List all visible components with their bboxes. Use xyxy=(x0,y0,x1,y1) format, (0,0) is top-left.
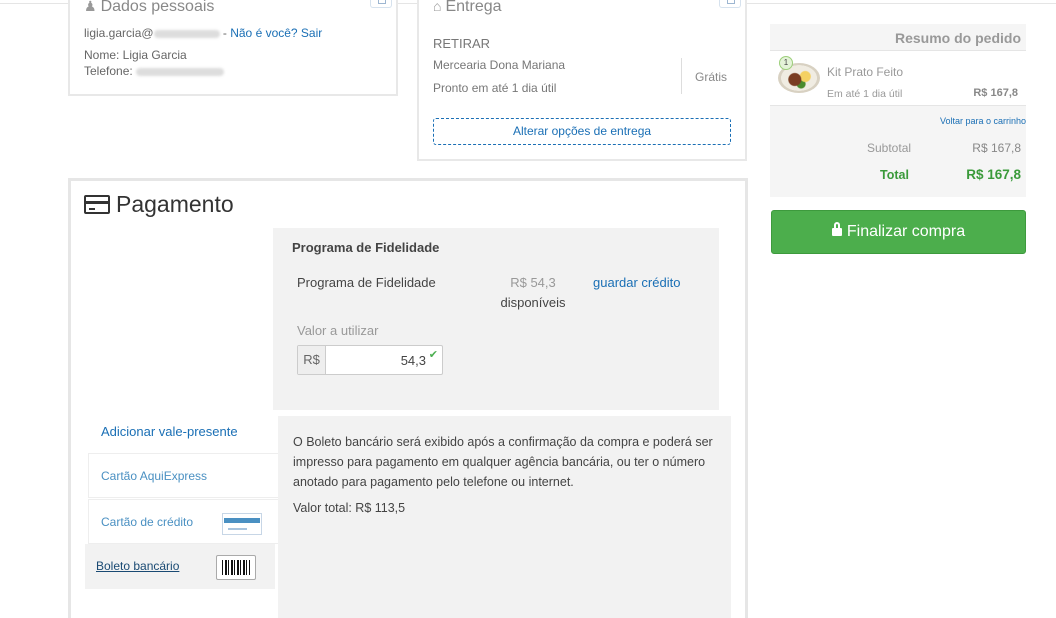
order-totals: Voltar para o carrinho Subtotal R$ 167,8… xyxy=(770,106,1026,197)
email-line: ligia.garcia@ - Não é você? Sair xyxy=(84,26,323,40)
boleto-description: O Boleto bancário será exibido após a co… xyxy=(293,435,713,489)
subtotal-label: Subtotal xyxy=(867,141,912,155)
checkout-button[interactable]: Finalizar compra xyxy=(771,210,1026,254)
cart-item: 1 Kit Prato Feito Em até 1 dia útil R$ 1… xyxy=(770,50,1026,106)
delivery-method: RETIRAR xyxy=(433,36,491,51)
order-summary-title: Resumo do pedido xyxy=(770,24,1026,50)
pickup-eta: Pronto em até 1 dia útil xyxy=(433,81,557,95)
lock-icon xyxy=(831,222,842,236)
phone-blurred xyxy=(136,67,225,76)
user-icon: ♟ xyxy=(84,0,97,14)
email-text: ligia.garcia@ xyxy=(84,26,154,40)
loyalty-heading: Programa de Fidelidade xyxy=(292,240,440,255)
total-value: R$ 167,8 xyxy=(966,167,1021,182)
loyalty-panel: Programa de Fidelidade Programa de Fidel… xyxy=(273,228,719,410)
payment-title: Pagamento xyxy=(84,191,234,218)
barcode-icon xyxy=(216,555,256,580)
loyalty-amount: R$ 54,3 xyxy=(510,275,556,290)
credit-card-icon xyxy=(222,513,262,535)
boleto-info-panel: O Boleto bancário será exibido após a co… xyxy=(278,416,731,618)
order-summary: Resumo do pedido 1 Kit Prato Feito Em at… xyxy=(770,24,1026,197)
payment-method-aquiexpress[interactable]: Cartão AquiExpress xyxy=(88,453,280,498)
payment-method-label[interactable]: Boleto bancário xyxy=(96,559,179,573)
delivery-title: ⌂ Entrega xyxy=(433,0,502,15)
add-gift-card-link[interactable]: Adicionar vale-presente xyxy=(101,424,238,439)
delivery-card: ⌂ Entrega RETIRAR Mercearia Dona Mariana … xyxy=(417,0,747,161)
change-delivery-button[interactable]: Alterar opções de entrega xyxy=(433,118,731,145)
currency-prefix: R$ xyxy=(298,346,326,374)
product-price: R$ 167,8 xyxy=(973,87,1018,99)
product-name: Kit Prato Feito xyxy=(827,65,904,79)
total-label: Total xyxy=(880,168,909,182)
email-blurred xyxy=(153,29,220,38)
delivery-price: Grátis xyxy=(695,70,728,84)
delivery-divider xyxy=(681,58,682,94)
check-icon: ✔ xyxy=(428,349,438,361)
loyalty-value[interactable]: 54,3 xyxy=(401,353,426,368)
pickup-store: Mercearia Dona Mariana xyxy=(433,58,566,72)
loyalty-available-label: disponíveis xyxy=(500,295,566,310)
subtotal-value: R$ 167,8 xyxy=(972,141,1021,155)
payment-method-credit-card[interactable]: Cartão de crédito xyxy=(88,499,280,544)
edit-icon[interactable] xyxy=(370,0,392,8)
boleto-total: Valor total: R$ 113,5 xyxy=(293,501,406,515)
payment-section: Pagamento Programa de Fidelidade Program… xyxy=(68,178,748,618)
payment-method-label[interactable]: Cartão de crédito xyxy=(101,515,193,529)
personal-data-title: ♟ Dados pessoais xyxy=(84,0,215,15)
name-line: Nome: Ligia Garcia xyxy=(84,48,187,62)
back-to-cart-link[interactable]: Voltar para o carrinho xyxy=(940,116,1026,126)
loyalty-value-input[interactable]: R$ 54,3 ✔ xyxy=(297,345,443,375)
personal-data-card: ♟ Dados pessoais ligia.garcia@ - Não é vo… xyxy=(68,0,398,96)
phone-line: Telefone: xyxy=(84,64,225,78)
edit-icon[interactable] xyxy=(719,0,741,8)
home-icon: ⌂ xyxy=(433,0,442,14)
payment-method-label[interactable]: Cartão AquiExpress xyxy=(101,469,207,483)
save-credit-link[interactable]: guardar crédito xyxy=(593,275,680,290)
quantity-badge: 1 xyxy=(779,56,793,70)
credit-card-icon xyxy=(84,195,110,214)
product-eta: Em até 1 dia útil xyxy=(827,88,903,100)
payment-method-boleto[interactable]: Boleto bancário xyxy=(85,544,275,589)
loyalty-program-name: Programa de Fidelidade xyxy=(297,275,436,290)
not-you-logout-link[interactable]: Não é você? Sair xyxy=(230,26,322,40)
value-to-use-label: Valor a utilizar xyxy=(297,323,379,338)
